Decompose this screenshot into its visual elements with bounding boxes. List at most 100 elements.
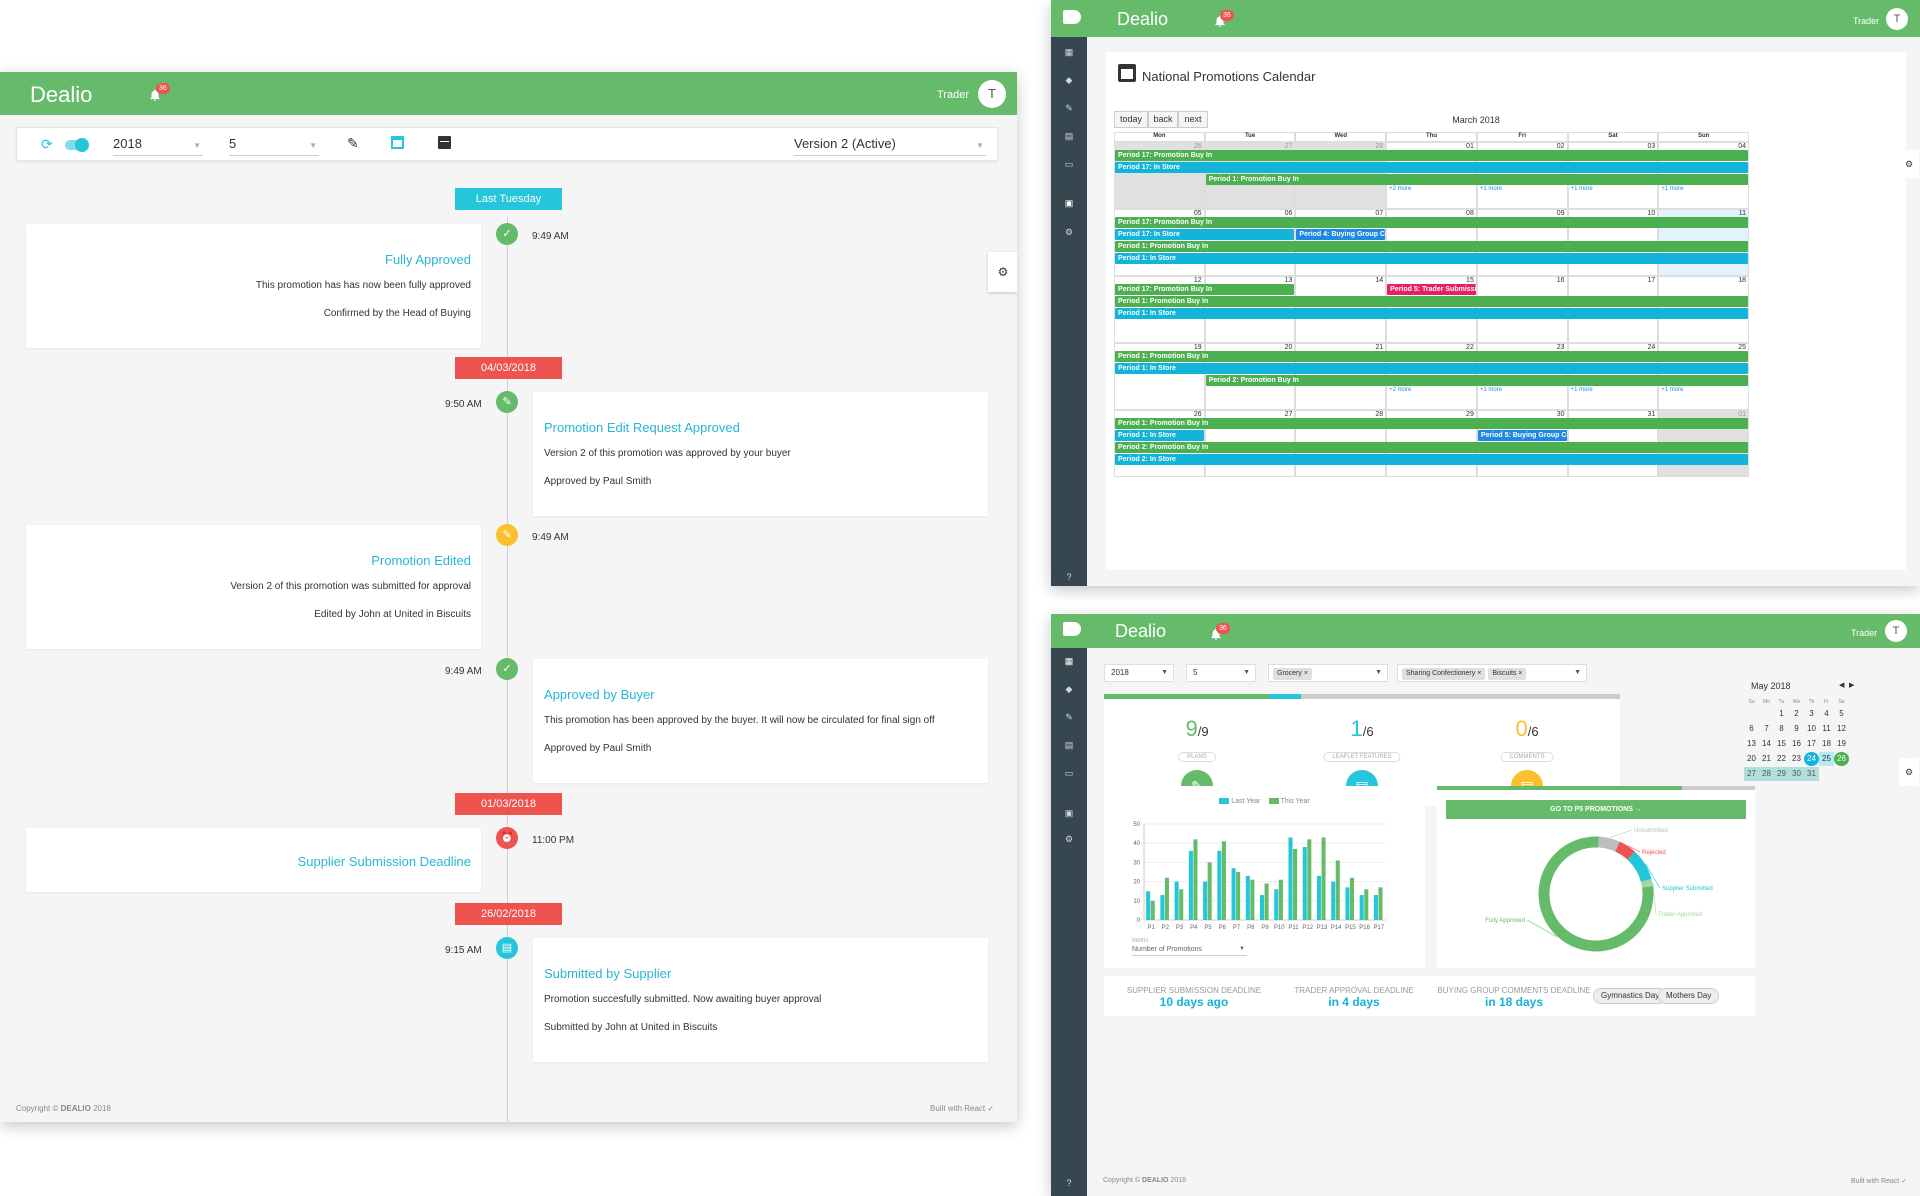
mini-calendar-day[interactable]: 17 (1804, 737, 1819, 751)
mini-calendar-day[interactable]: 21 (1759, 752, 1774, 766)
calendar-event[interactable]: Period 17: Promotion Buy In (1115, 284, 1295, 295)
calendar-event[interactable]: Period 2: Promotion Buy In (1115, 442, 1748, 453)
holiday-chip[interactable]: Gymnastics Day (1593, 988, 1668, 1004)
app-brand[interactable]: Dealio (30, 82, 92, 108)
next-button[interactable]: next (1178, 111, 1208, 128)
mini-calendar-day[interactable]: 16 (1789, 737, 1804, 751)
bar[interactable] (1307, 839, 1312, 920)
mini-calendar-day[interactable]: 4 (1819, 707, 1834, 721)
mini-calendar-day[interactable]: 7 (1759, 722, 1774, 736)
subcategory-chip[interactable]: Sharing Confectionery × (1402, 668, 1486, 680)
bar[interactable] (1335, 860, 1340, 920)
category-select[interactable]: Grocery × ▼ (1268, 664, 1388, 682)
more-events-link[interactable]: +1 more (1480, 186, 1502, 192)
mini-calendar-day[interactable]: 23 (1789, 752, 1804, 766)
period-select[interactable]: 5 ▼ (229, 136, 319, 156)
card-icon[interactable]: ▭ (1063, 159, 1075, 169)
mini-calendar-day[interactable]: 18 (1819, 737, 1834, 751)
bar[interactable] (1203, 881, 1208, 920)
calendar-event[interactable]: Period 1: In Store (1115, 430, 1204, 441)
holiday-chip[interactable]: Mothers Day (1658, 988, 1720, 1004)
donut-slice[interactable] (1640, 878, 1653, 888)
donut-slice[interactable] (1627, 851, 1652, 883)
calendar-event[interactable]: Period 17: Promotion Buy In (1115, 217, 1748, 228)
refresh-icon[interactable]: ⟳ (41, 136, 53, 153)
calendar-event[interactable]: Period 17: In Store (1115, 229, 1295, 240)
settings-gear-button[interactable]: ⚙ (1899, 758, 1919, 786)
bar[interactable] (1260, 895, 1265, 920)
bar[interactable] (1349, 877, 1355, 920)
card-icon[interactable]: ▭ (1063, 768, 1075, 778)
mini-calendar-day[interactable]: 26 (1834, 752, 1849, 766)
period-select[interactable]: 5 ▼ (1186, 664, 1256, 682)
bar[interactable] (1345, 887, 1350, 920)
bar[interactable] (1278, 879, 1283, 920)
bar[interactable] (1373, 895, 1378, 920)
mini-calendar-day[interactable]: 27 (1744, 767, 1759, 781)
bar[interactable] (1378, 887, 1383, 920)
bar[interactable] (1293, 848, 1298, 920)
calendar-icon[interactable] (391, 136, 404, 149)
more-events-link[interactable]: +1 more (1661, 387, 1683, 393)
storage-icon[interactable] (438, 136, 451, 149)
go-to-promotions-button[interactable]: GO TO P5 PROMOTIONS → (1446, 800, 1746, 819)
mini-calendar-day[interactable]: 5 (1834, 707, 1849, 721)
bar[interactable] (1264, 883, 1269, 920)
mini-calendar-day[interactable]: 30 (1789, 767, 1804, 781)
back-button[interactable]: back (1148, 111, 1178, 128)
next-month-button[interactable]: ▶ (1849, 681, 1854, 689)
subcategory-chip[interactable]: Biscuits × (1488, 668, 1527, 680)
bar[interactable] (1245, 875, 1250, 920)
more-events-link[interactable]: +2 more (1389, 387, 1411, 393)
mini-calendar-day[interactable]: 6 (1744, 722, 1759, 736)
gear-icon[interactable]: ⚙ (1063, 834, 1075, 844)
bar[interactable] (1164, 877, 1169, 920)
mini-calendar-day[interactable]: 28 (1759, 767, 1774, 781)
help-icon[interactable]: ? (1063, 1178, 1075, 1188)
calendar-event[interactable]: Period 1: Promotion Buy In (1205, 174, 1748, 185)
today-button[interactable]: today (1114, 111, 1148, 128)
bar[interactable] (1193, 839, 1198, 920)
calendar-event[interactable]: Period 1: Promotion Buy In (1115, 296, 1748, 307)
mini-calendar-day[interactable]: 9 (1789, 722, 1804, 736)
event-card-edit-request-approved[interactable]: Promotion Edit Request Approved Version … (533, 392, 988, 516)
more-events-link[interactable]: +2 more (1389, 186, 1411, 192)
document-icon[interactable]: ▤ (1063, 740, 1075, 750)
avatar[interactable]: T (1886, 8, 1908, 30)
category-chip[interactable]: Grocery × (1273, 668, 1312, 680)
event-card-fully-approved[interactable]: Fully Approved This promotion has has no… (26, 224, 481, 348)
mini-calendar-day[interactable]: 12 (1834, 722, 1849, 736)
calendar-icon[interactable]: ▣ (1063, 198, 1075, 208)
metric-select[interactable]: Number of Promotions ▼ (1132, 946, 1247, 956)
gear-icon[interactable]: ⚙ (1063, 227, 1075, 237)
settings-gear-button[interactable]: ⚙ (988, 252, 1017, 292)
mini-calendar-day[interactable]: 14 (1759, 737, 1774, 751)
bar[interactable] (1274, 889, 1279, 920)
bar[interactable] (1174, 881, 1179, 920)
mini-calendar-day[interactable]: 3 (1804, 707, 1819, 721)
more-events-link[interactable]: +1 more (1661, 186, 1683, 192)
tag-icon[interactable]: ◆ (1063, 684, 1075, 694)
bar[interactable] (1231, 868, 1236, 920)
bar[interactable] (1150, 900, 1155, 920)
calendar-event[interactable]: Period 1: Promotion Buy In (1115, 351, 1748, 362)
mini-calendar-day[interactable]: 2 (1789, 707, 1804, 721)
event-card-supplier-deadline[interactable]: Supplier Submission Deadline (26, 828, 481, 892)
calendar-event[interactable]: Period 1: In Store (1115, 363, 1748, 374)
avatar[interactable]: T (978, 80, 1006, 108)
bar[interactable] (1217, 850, 1222, 920)
calendar-icon[interactable]: ▣ (1063, 808, 1075, 818)
live-toggle[interactable] (65, 138, 89, 152)
more-events-link[interactable]: +1 more (1571, 387, 1593, 393)
dashboard-icon[interactable]: ▦ (1063, 656, 1075, 666)
subcategory-select[interactable]: Sharing Confectionery × Biscuits × ▼ (1397, 664, 1587, 682)
event-card-submitted-by-supplier[interactable]: Submitted by Supplier Promotion succesfu… (533, 938, 988, 1062)
mini-calendar-day[interactable]: 1 (1774, 707, 1789, 721)
avatar[interactable]: T (1885, 620, 1907, 642)
bar[interactable] (1160, 895, 1165, 920)
more-events-link[interactable]: +1 more (1480, 387, 1502, 393)
version-select[interactable]: Version 2 (Active) ▼ (794, 136, 986, 156)
year-select[interactable]: 2018 ▼ (113, 136, 203, 156)
bar[interactable] (1188, 850, 1193, 920)
donut-slice[interactable] (1598, 836, 1620, 852)
